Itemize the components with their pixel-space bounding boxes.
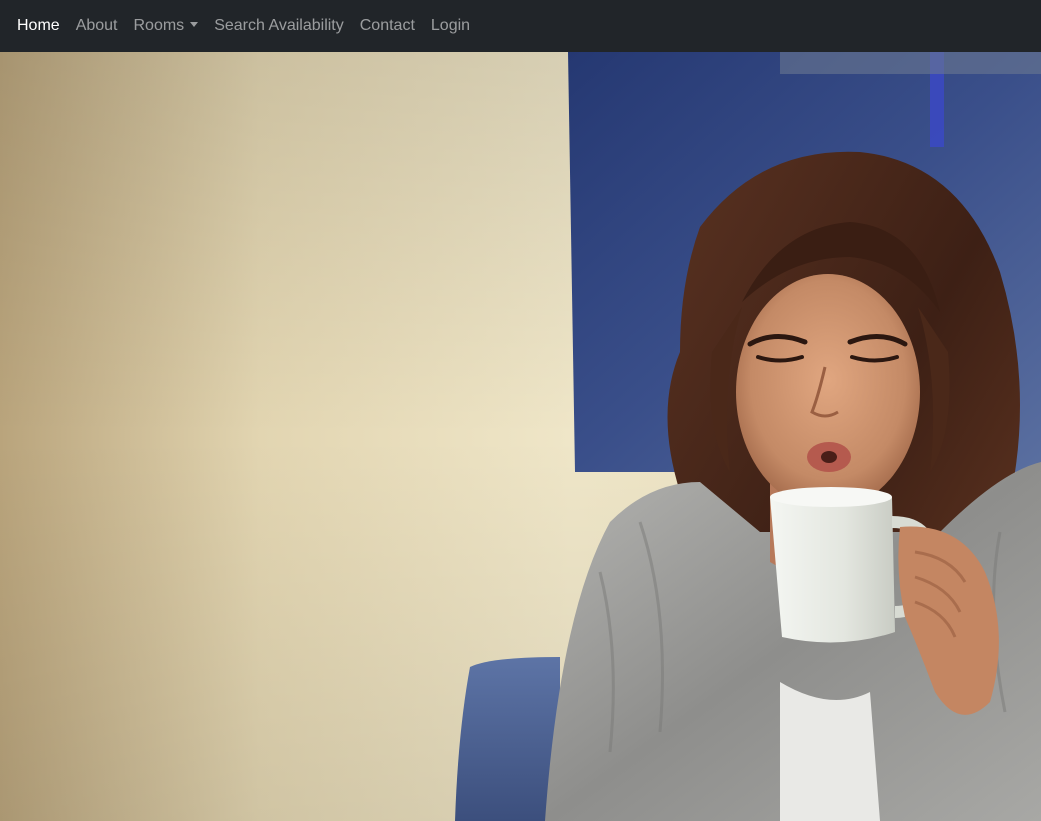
nav-link-login[interactable]: Login [423,14,478,38]
nav-link-contact[interactable]: Contact [352,14,423,38]
nav-link-about[interactable]: About [68,14,126,38]
nav-link-home[interactable]: Home [9,14,68,38]
nav-link-search-availability[interactable]: Search Availability [206,14,352,38]
caret-down-icon [190,22,199,27]
hero-photo-illustration [0,52,1041,821]
hero-image [0,52,1041,821]
nav-dropdown-rooms-label: Rooms [133,17,185,34]
top-navbar: Home About Rooms Search Availability Con… [0,0,1041,52]
nav-dropdown-rooms[interactable]: Rooms [126,14,207,38]
